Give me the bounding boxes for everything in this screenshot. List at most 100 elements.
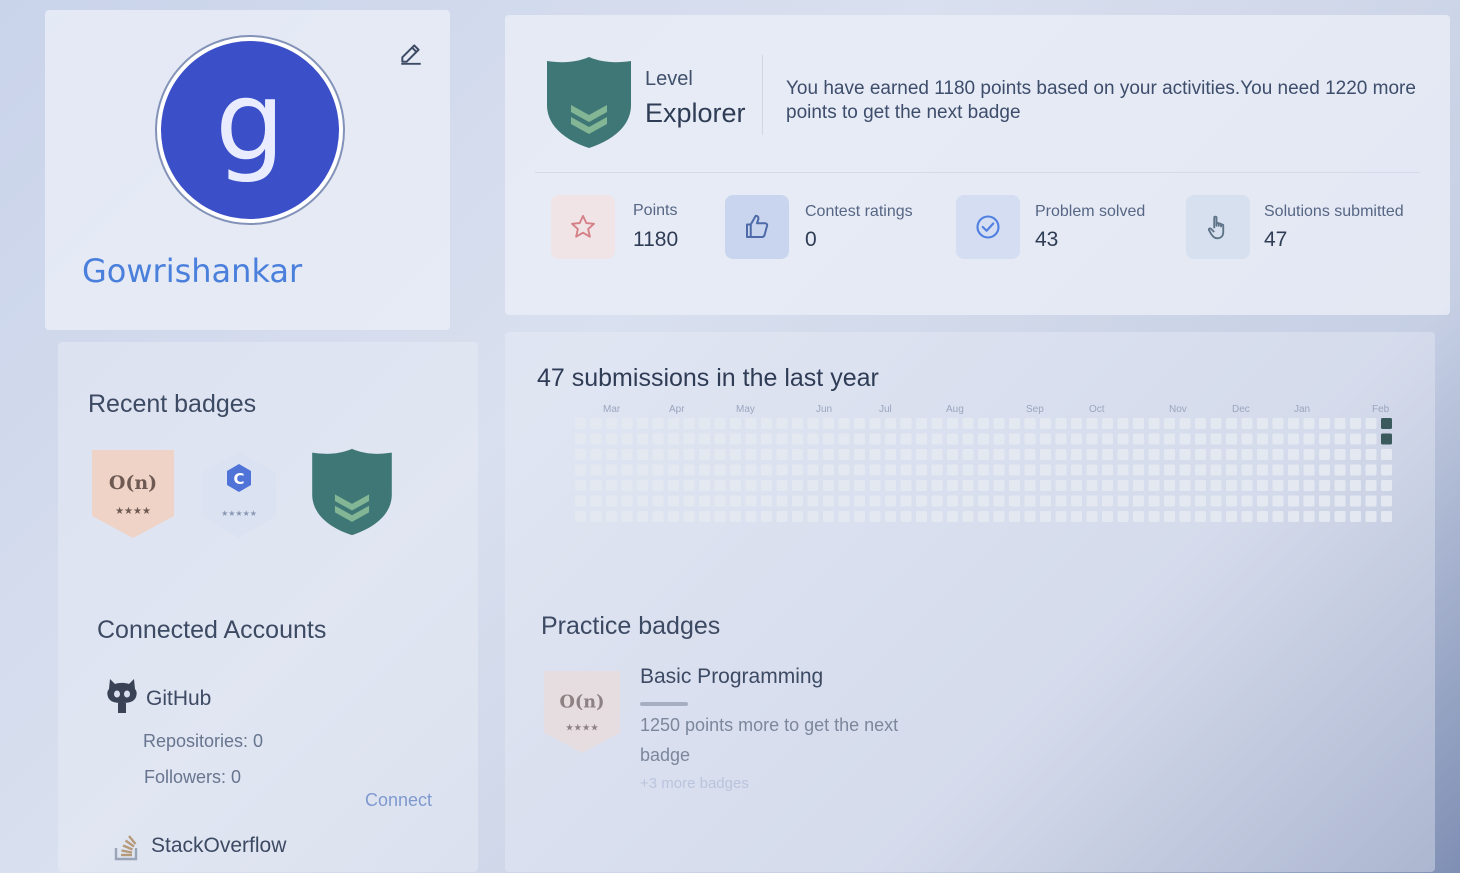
heatmap-cell[interactable] [1272, 511, 1284, 522]
heatmap-cell[interactable] [1195, 480, 1206, 491]
heatmap-cell[interactable] [652, 418, 664, 429]
heatmap-cell[interactable] [1288, 495, 1299, 507]
heatmap-cell[interactable] [606, 418, 617, 429]
heatmap-cell[interactable] [792, 418, 803, 429]
heatmap-cell[interactable] [1319, 418, 1330, 429]
heatmap-cell[interactable] [730, 495, 741, 507]
heatmap-cell[interactable] [931, 480, 943, 491]
heatmap-cell[interactable] [776, 511, 788, 522]
heatmap-cell[interactable] [1117, 433, 1129, 445]
heatmap-cell[interactable] [761, 464, 772, 476]
heatmap-cell[interactable] [854, 495, 865, 507]
heatmap-cell[interactable] [1241, 480, 1253, 491]
heatmap-cell[interactable] [637, 449, 648, 460]
heatmap-cell[interactable] [683, 464, 695, 476]
heatmap-cell[interactable] [1272, 449, 1284, 460]
heatmap-cell[interactable] [575, 418, 586, 429]
heatmap-cell[interactable] [931, 495, 943, 507]
heatmap-cell[interactable] [668, 480, 679, 491]
heatmap-cell[interactable] [916, 480, 927, 491]
heatmap-cell[interactable] [699, 495, 710, 507]
heatmap-cell[interactable] [1071, 480, 1082, 491]
heatmap-cell[interactable] [1288, 433, 1299, 445]
heatmap-cell[interactable] [1195, 495, 1206, 507]
heatmap-cell[interactable] [978, 449, 989, 460]
heatmap-cell[interactable] [1024, 449, 1036, 460]
heatmap-cell[interactable] [1055, 449, 1067, 460]
heatmap-cell[interactable] [1272, 495, 1284, 507]
heatmap-cell[interactable] [1164, 433, 1175, 445]
heatmap-cell[interactable] [730, 433, 741, 445]
heatmap-cell[interactable] [947, 418, 958, 429]
heatmap-cell[interactable] [1195, 449, 1206, 460]
heatmap-cell[interactable] [807, 495, 819, 507]
heatmap-cell[interactable] [590, 433, 602, 445]
heatmap-cell[interactable] [1024, 480, 1036, 491]
heatmap-cell[interactable] [606, 511, 617, 522]
heatmap-cell[interactable] [1148, 511, 1160, 522]
heatmap-cell[interactable] [590, 418, 602, 429]
heatmap-cell[interactable] [699, 449, 710, 460]
heatmap-cell[interactable] [590, 511, 602, 522]
heatmap-cell[interactable] [1319, 480, 1330, 491]
heatmap-cell[interactable] [807, 418, 819, 429]
heatmap-cell[interactable] [621, 511, 633, 522]
heatmap-cell[interactable] [637, 480, 648, 491]
heatmap-cell[interactable] [699, 433, 710, 445]
heatmap-cell[interactable] [745, 464, 757, 476]
heatmap-cell[interactable] [1148, 480, 1160, 491]
heatmap-cell[interactable] [761, 449, 772, 460]
heatmap-cell[interactable] [1210, 433, 1222, 445]
heatmap-cell[interactable] [776, 480, 788, 491]
heatmap-cell[interactable] [807, 433, 819, 445]
heatmap-cell[interactable] [1133, 495, 1144, 507]
heatmap-cell[interactable] [714, 511, 726, 522]
heatmap-cell[interactable] [854, 418, 865, 429]
heatmap-cell[interactable] [1241, 495, 1253, 507]
heatmap-cell[interactable] [761, 495, 772, 507]
heatmap-cell[interactable] [962, 433, 974, 445]
heatmap-cell[interactable] [1288, 418, 1299, 429]
heatmap-cell[interactable] [1257, 464, 1268, 476]
heatmap-cell[interactable] [683, 449, 695, 460]
heatmap-cell[interactable] [1210, 464, 1222, 476]
heatmap-cell[interactable] [606, 464, 617, 476]
heatmap-cell[interactable] [1195, 433, 1206, 445]
heatmap-cell[interactable] [1117, 449, 1129, 460]
heatmap-cell[interactable] [621, 433, 633, 445]
heatmap-cell[interactable] [1086, 464, 1098, 476]
heatmap-cell[interactable] [978, 433, 989, 445]
heatmap-cell[interactable] [1102, 511, 1113, 522]
heatmap-cell[interactable] [900, 480, 912, 491]
heatmap-cell[interactable] [1179, 449, 1191, 460]
heatmap-cell[interactable] [745, 511, 757, 522]
heatmap-cell[interactable] [1055, 464, 1067, 476]
heatmap-cell[interactable] [1365, 495, 1377, 507]
heatmap-cell[interactable] [1055, 418, 1067, 429]
heatmap-cell[interactable] [1303, 464, 1315, 476]
heatmap-cell[interactable] [1319, 511, 1330, 522]
heatmap-cell[interactable] [1071, 418, 1082, 429]
heatmap-cell[interactable] [978, 480, 989, 491]
heatmap-cell[interactable] [993, 480, 1005, 491]
heatmap-cell[interactable] [1117, 480, 1129, 491]
heatmap-cell[interactable] [838, 511, 850, 522]
heatmap-cell[interactable] [1257, 480, 1268, 491]
heatmap-cell[interactable] [1381, 511, 1392, 522]
heatmap-cell[interactable] [916, 433, 927, 445]
heatmap-cell[interactable] [714, 449, 726, 460]
heatmap-cell[interactable] [1334, 449, 1346, 460]
heatmap-cell[interactable] [730, 464, 741, 476]
heatmap-cell[interactable] [1226, 418, 1237, 429]
heatmap-cell[interactable] [652, 433, 664, 445]
heatmap-cell[interactable] [1257, 495, 1268, 507]
heatmap-cell[interactable] [993, 495, 1005, 507]
heatmap-cell[interactable] [1303, 449, 1315, 460]
heatmap-cell[interactable] [792, 449, 803, 460]
heatmap-cell[interactable] [978, 418, 989, 429]
heatmap-cell[interactable] [931, 464, 943, 476]
heatmap-cell[interactable] [1117, 418, 1129, 429]
heatmap-cell[interactable] [993, 449, 1005, 460]
heatmap-cell[interactable] [1024, 464, 1036, 476]
heatmap-cell[interactable] [1071, 511, 1082, 522]
